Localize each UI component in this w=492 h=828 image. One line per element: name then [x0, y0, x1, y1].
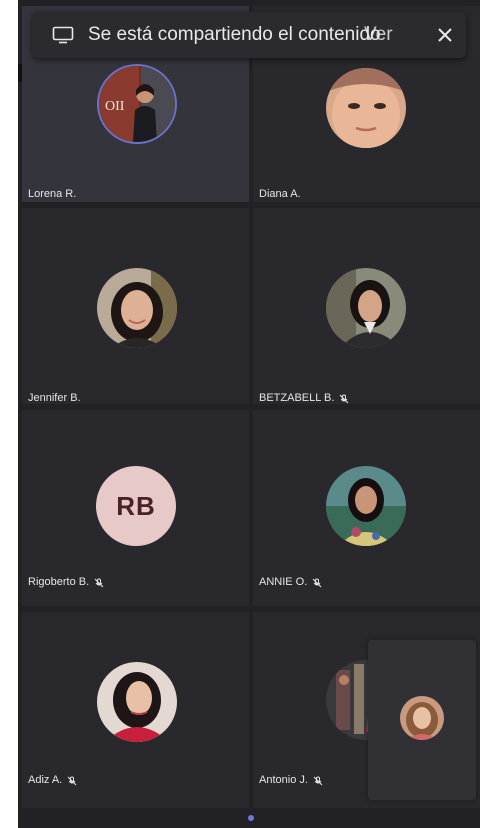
participant-avatar [326, 68, 406, 148]
participant-name: Diana A. [259, 188, 301, 201]
screen-share-icon [52, 26, 74, 44]
participant-name-label: Antonio J. [259, 774, 308, 786]
page-indicator-dot[interactable] [248, 815, 254, 821]
sharing-banner-text: Se está compartiendo el contenido [88, 24, 381, 45]
participant-initials-avatar: RB [96, 466, 176, 546]
participant-name: Adiz A. [28, 774, 77, 787]
meeting-stage: Se está compartiendo el contenido Ver OI… [18, 0, 480, 828]
participant-name-label: Lorena R. [28, 188, 77, 200]
avatar-photo [326, 268, 406, 348]
avatar-photo [326, 466, 406, 546]
participant-name: Jennifer B. [28, 392, 81, 405]
participant-tile[interactable]: RB Rigoberto B. [22, 410, 249, 606]
participant-name: Lorena R. [28, 188, 76, 201]
close-icon[interactable] [434, 24, 456, 46]
participant-name-label: BETZABELL B. [259, 392, 335, 404]
participant-name: ANNIE O. [259, 576, 322, 589]
avatar-photo [326, 68, 406, 148]
participant-name-label: Jennifer B. [28, 392, 81, 404]
participant-name: BETZABELL B. [259, 392, 349, 405]
participant-avatar: OII [97, 64, 177, 144]
participant-avatar [326, 466, 406, 546]
avatar-photo [97, 268, 177, 348]
participant-avatar [97, 268, 177, 348]
avatar-initials: RB [116, 490, 156, 521]
mic-muted-icon [94, 578, 104, 587]
mic-muted-icon [67, 776, 77, 785]
self-video-preview[interactable] [368, 640, 476, 800]
svg-text:OII: OII [105, 99, 125, 114]
participant-tile[interactable]: Adiz A. [22, 612, 249, 808]
view-link[interactable]: Ver [364, 24, 393, 46]
avatar-photo [97, 662, 177, 742]
mic-muted-icon [313, 776, 323, 785]
participant-name-label: Rigoberto B. [28, 576, 90, 588]
participant-name: Rigoberto B. [28, 576, 104, 589]
avatar-photo: OII [99, 66, 175, 142]
mic-muted-icon [340, 394, 349, 403]
participant-tile[interactable]: Jennifer B. [22, 208, 249, 404]
participant-name-label: Adiz A. [28, 774, 63, 786]
participant-tile[interactable]: BETZABELL B. [253, 208, 480, 404]
participant-tile[interactable]: ANNIE O. [253, 410, 480, 606]
participant-name-label: ANNIE O. [259, 576, 308, 588]
self-avatar [400, 696, 444, 740]
participant-avatar [97, 662, 177, 742]
participant-name: Antonio J. [259, 774, 323, 787]
content-sharing-banner[interactable]: Se está compartiendo el contenido Ver [32, 12, 466, 58]
participant-avatar [326, 268, 406, 348]
participant-name-label: Diana A. [259, 188, 301, 200]
mic-muted-icon [312, 578, 322, 587]
avatar-photo [400, 696, 444, 740]
